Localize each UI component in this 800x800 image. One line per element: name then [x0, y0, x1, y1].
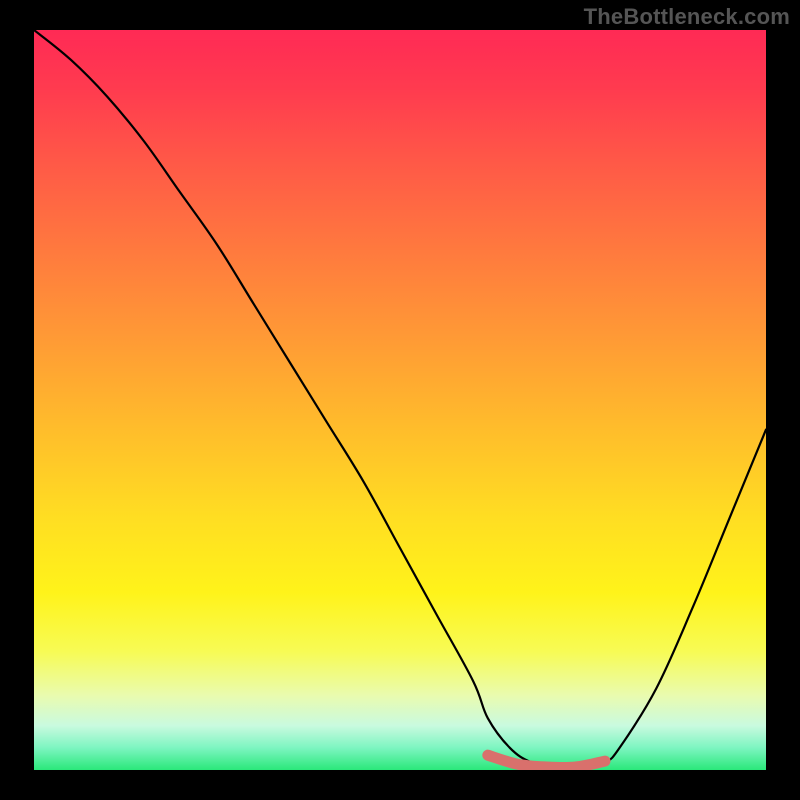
- chart-frame: TheBottleneck.com: [0, 0, 800, 800]
- plot-area: [34, 30, 766, 770]
- chart-svg: [34, 30, 766, 770]
- optimal-band-marker: [488, 755, 605, 767]
- bottleneck-curve-line: [34, 30, 766, 770]
- watermark-text: TheBottleneck.com: [584, 4, 790, 30]
